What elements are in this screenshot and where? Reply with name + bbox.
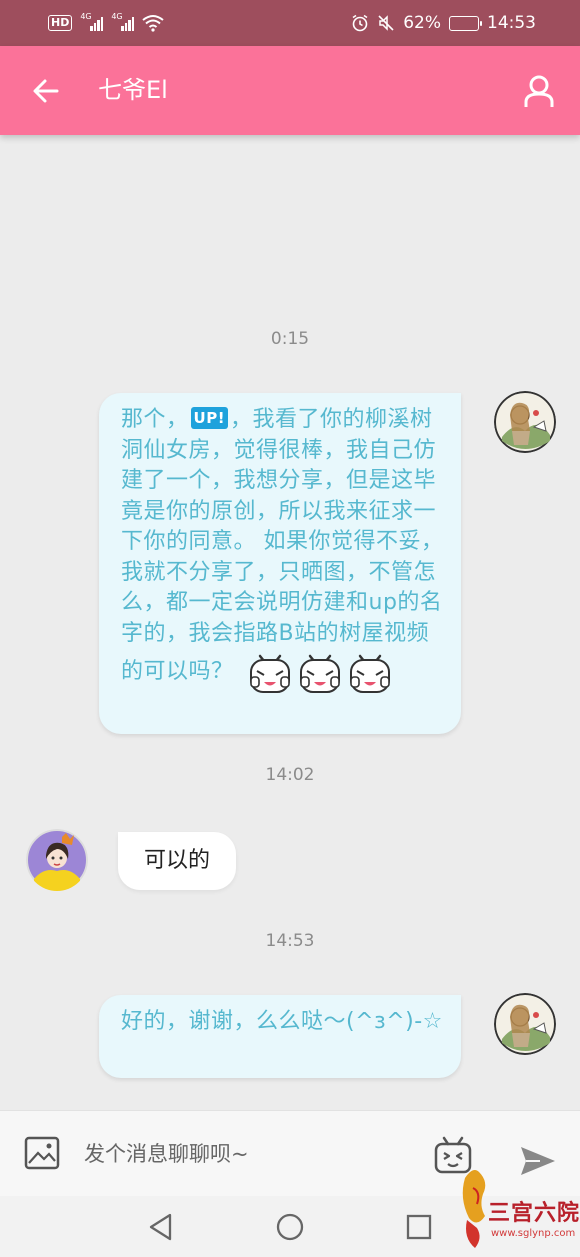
wifi-icon [142, 15, 164, 32]
sticker-group [247, 649, 393, 695]
back-arrow-icon[interactable] [30, 75, 62, 107]
alarm-icon [352, 14, 368, 32]
chat-header: 七爷El [0, 46, 580, 135]
battery-percent: 62% [403, 13, 441, 33]
network-type-label: 4G [80, 12, 92, 21]
status-clock: 14:53 [487, 13, 536, 33]
message-text: 那个， [121, 407, 189, 432]
network-type-label-2: 4G [111, 12, 123, 21]
my-avatar[interactable] [494, 391, 556, 453]
message-bubble-received[interactable]: 可以的 [118, 832, 236, 890]
contact-avatar[interactable] [26, 829, 88, 891]
bilibili-tv-sticker-icon [350, 654, 391, 693]
user-profile-icon[interactable] [522, 74, 556, 108]
timestamp: 14:53 [265, 931, 315, 951]
chat-title: 七爷El [98, 76, 168, 104]
status-right: 62% 14:53 [351, 13, 536, 33]
mute-icon [378, 15, 394, 31]
nav-back-icon[interactable] [146, 1212, 176, 1242]
watermark-text: 三宫六院 [488, 1200, 580, 1226]
signal-icon-2: 4G [111, 12, 135, 31]
timestamp: 14:02 [265, 765, 315, 785]
message-text-cont: ，我看了你的柳溪树洞仙女房，觉得很棒，我自己仿建了一个，我想分享，但是这毕竟是你… [121, 407, 444, 684]
nav-home-icon[interactable] [275, 1212, 305, 1242]
bilibili-tv-sticker-icon [300, 654, 341, 693]
nav-recents-icon[interactable] [404, 1212, 434, 1242]
status-left: HD 4G 4G [48, 12, 164, 32]
message-bubble-sent[interactable]: 好的，谢谢，么么哒～(^з^)-☆ [99, 995, 461, 1078]
up-emoji-badge: UP! [190, 407, 229, 429]
battery-icon [449, 15, 482, 31]
image-picker-icon[interactable] [24, 1135, 60, 1171]
message-input[interactable] [84, 1137, 414, 1171]
watermark-url: www.sglynp.com [491, 1228, 576, 1239]
signal-icon: 4G [80, 12, 104, 31]
hd-indicator: HD [48, 15, 73, 31]
timestamp: 0:15 [270, 329, 310, 349]
bilibili-tv-sticker-icon [250, 654, 291, 693]
message-bubble-sent[interactable]: 那个， UP! ，我看了你的柳溪树洞仙女房，觉得很棒，我自己仿建了一个，我想分享，但… [99, 393, 461, 734]
status-bar: HD 4G 4G 62% 14:53 [0, 0, 580, 46]
my-avatar[interactable] [494, 993, 556, 1055]
